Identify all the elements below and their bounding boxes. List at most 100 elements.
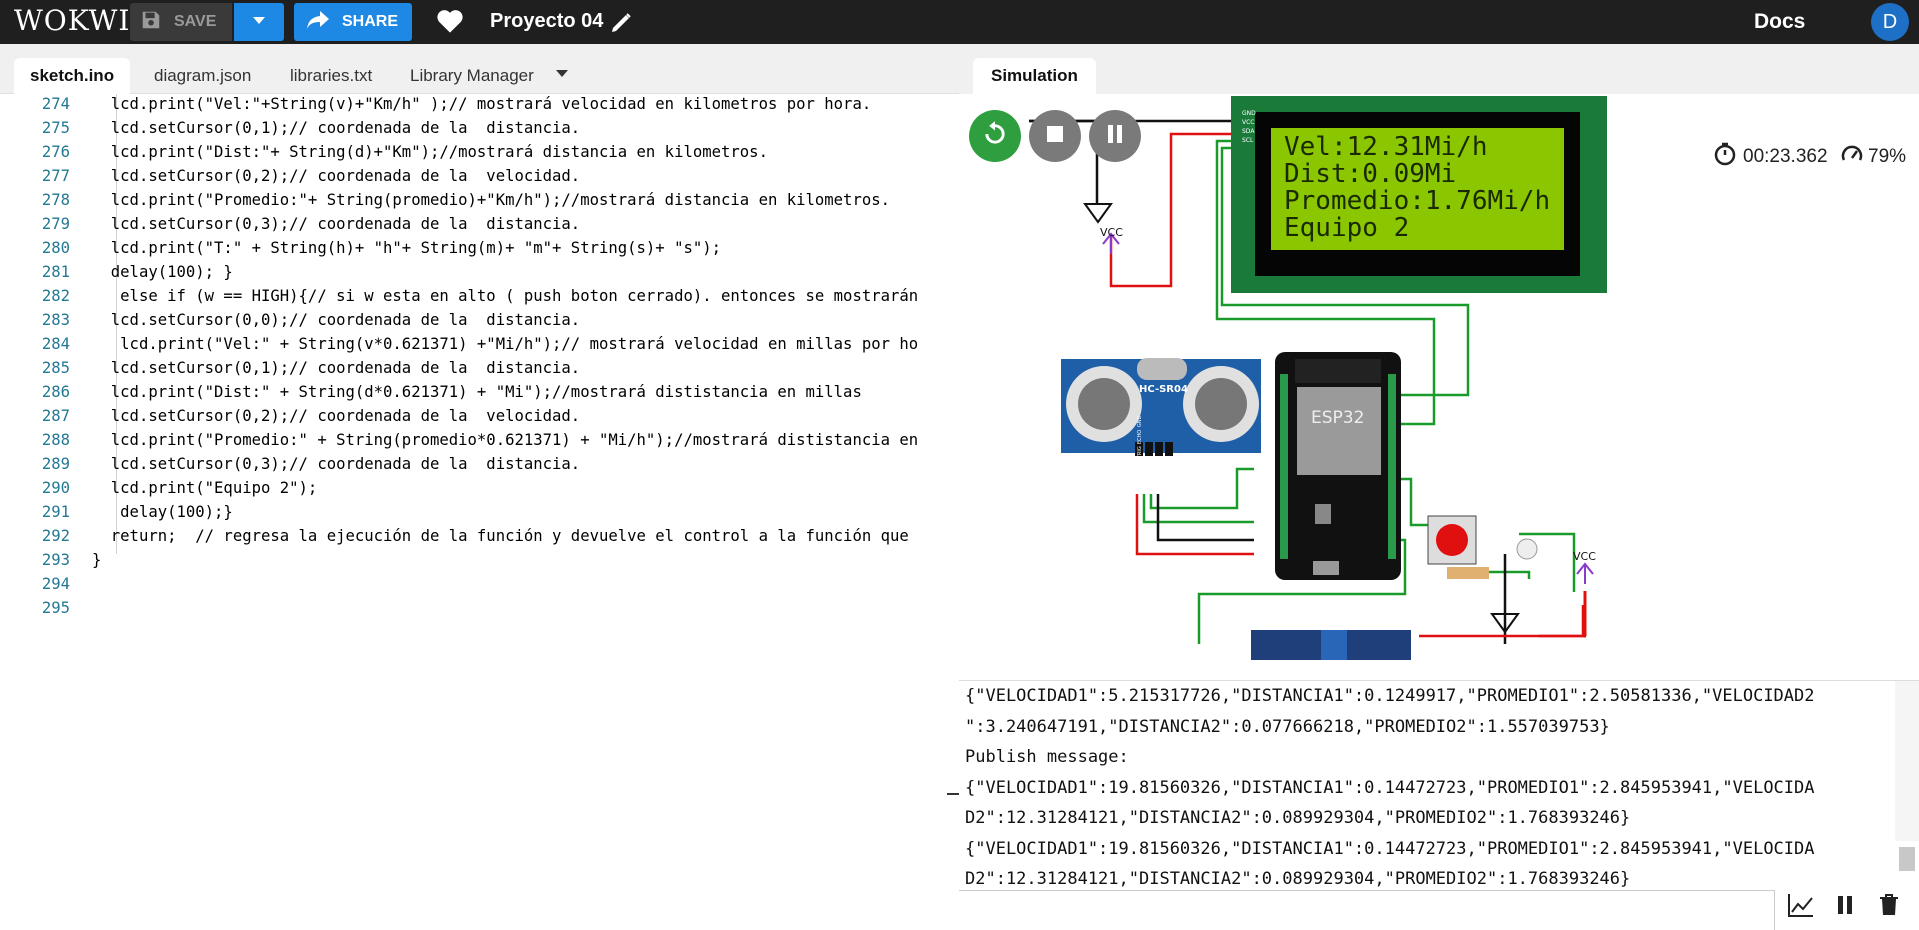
avatar[interactable]: D [1871, 3, 1909, 41]
pane-divider[interactable] [947, 793, 959, 795]
code-line[interactable]: 282 else if (w == HIGH){// si w esta en … [0, 284, 959, 308]
simulation-timer: 00:23.362 [1713, 142, 1828, 172]
serial-input[interactable] [959, 890, 1775, 930]
code-line[interactable]: 277 lcd.setCursor(0,2);// coordenada de … [0, 164, 959, 188]
sensor-pin-labels: VCC TRIG ECHO GND [1137, 416, 1143, 470]
wokwi-logo[interactable]: WOKWI [14, 4, 131, 37]
line-number: 288 [41, 431, 70, 449]
serial-line: D2":12.31284121,"DISTANCIA2":0.089929304… [965, 808, 1631, 828]
share-button[interactable]: SHARE [294, 3, 412, 41]
simulation-pane: Simulation Vel:12.31Mi/h Dist:0.09Mi Pro… [959, 44, 1919, 930]
code-line[interactable]: 286 lcd.print("Dist:" + String(d*0.62137… [0, 380, 959, 404]
line-number: 277 [41, 167, 70, 185]
line-number: 290 [41, 479, 70, 497]
code-line[interactable]: 274 lcd.print("Vel:"+String(v)+"Km/h" );… [0, 94, 959, 116]
code-line[interactable]: 281 delay(100); } [0, 260, 959, 284]
clear-serial-button[interactable] [1869, 889, 1909, 925]
resistor [1447, 567, 1489, 579]
tab-diagram-json[interactable]: diagram.json [138, 58, 267, 94]
line-number: 280 [41, 239, 70, 257]
serial-scrollbar[interactable] [1895, 681, 1919, 871]
lcd-display-text: Vel:12.31Mi/h Dist:0.09Mi Promedio:1.76M… [1284, 134, 1554, 242]
code-line[interactable]: 294 [0, 572, 959, 596]
line-number: 282 [41, 287, 70, 305]
line-number: 285 [41, 359, 70, 377]
code-line[interactable]: 284 lcd.print("Vel:" + String(v*0.621371… [0, 332, 959, 356]
stop-simulation-button[interactable] [1029, 110, 1081, 162]
docs-link[interactable]: Docs [1754, 10, 1805, 34]
project-name[interactable]: Proyecto 04 [490, 10, 603, 33]
lcd-pin-sda: SDA [1242, 128, 1255, 135]
line-number: 284 [41, 335, 70, 353]
serial-monitor: {"VELOCIDAD1":5.215317726,"DISTANCIA1":0… [959, 680, 1919, 930]
restart-simulation-button[interactable] [969, 110, 1021, 162]
code-line[interactable]: 295 [0, 596, 959, 620]
code-text: delay(100); } [92, 263, 233, 281]
code-line[interactable]: 279 lcd.setCursor(0,3);// coordenada de … [0, 212, 959, 236]
line-number: 291 [41, 503, 70, 521]
code-text: lcd.setCursor(0,1);// coordenada de la d… [92, 359, 581, 377]
serial-line: ":3.240647191,"DISTANCIA2":0.077666218,"… [965, 716, 1610, 737]
plotter-button[interactable] [1781, 889, 1821, 925]
tab-libraries-txt[interactable]: libraries.txt [274, 58, 388, 94]
pause-simulation-button[interactable] [1089, 110, 1141, 162]
line-number: 275 [41, 119, 70, 137]
save-button[interactable]: SAVE [130, 3, 232, 41]
pause-serial-button[interactable] [1825, 889, 1865, 925]
code-line[interactable]: 288 lcd.print("Promedio:" + String(prome… [0, 428, 959, 452]
code-line[interactable]: 278 lcd.print("Promedio:"+ String(promed… [0, 188, 959, 212]
stop-icon [1045, 124, 1065, 149]
code-line[interactable]: 280 lcd.print("T:" + String(h)+ "h"+ Str… [0, 236, 959, 260]
simulation-canvas[interactable]: Vel:12.31Mi/h Dist:0.09Mi Promedio:1.76M… [959, 94, 1919, 680]
tab-library-manager[interactable]: Library Manager [394, 58, 550, 94]
ground-symbol [1083, 203, 1113, 224]
code-line[interactable]: 287 lcd.setCursor(0,2);// coordenada de … [0, 404, 959, 428]
code-line[interactable]: 275 lcd.setCursor(0,1);// coordenada de … [0, 116, 959, 140]
code-text: lcd.setCursor(0,0);// coordenada de la d… [92, 311, 581, 329]
tab-sketch-ino[interactable]: sketch.ino [14, 58, 131, 94]
line-number: 274 [41, 95, 70, 113]
code-line[interactable]: 289 lcd.setCursor(0,3);// coordenada de … [0, 452, 959, 476]
vcc-label-left: VCC [1100, 226, 1123, 239]
code-line[interactable]: 292 return; // regresa la ejecución de l… [0, 524, 959, 548]
code-text: lcd.print("Vel:" + String(v*0.621371) +"… [92, 335, 919, 353]
pause-icon [1105, 123, 1125, 150]
heart-icon[interactable] [436, 8, 466, 36]
save-dropdown-button[interactable] [234, 3, 284, 41]
sensor-pin-gnd: GND [1137, 416, 1143, 428]
red-pushbutton [1436, 524, 1468, 556]
pencil-icon[interactable] [609, 11, 633, 40]
lcd-pin-gnd: GND [1242, 110, 1256, 117]
line-number: 294 [41, 575, 70, 593]
lcd-line-4: Equipo 2 [1284, 213, 1410, 243]
tab-simulation[interactable]: Simulation [973, 58, 1096, 94]
sensor-label: HC-SR04 [1139, 384, 1188, 395]
serial-output[interactable]: {"VELOCIDAD1":5.215317726,"DISTANCIA1":0… [965, 681, 1895, 895]
code-line[interactable]: 276 lcd.print("Dist:"+ String(d)+"Km");/… [0, 140, 959, 164]
lcd-line-2: Dist:0.09Mi [1284, 159, 1457, 189]
code-line[interactable]: 283 lcd.setCursor(0,0);// coordenada de … [0, 308, 959, 332]
code-line[interactable]: 290 lcd.print("Equipo 2"); [0, 476, 959, 500]
code-text: lcd.print("Promedio:" + String(promedio*… [92, 431, 919, 449]
floppy-disk-icon [140, 9, 162, 36]
code-text: else if (w == HIGH){// si w esta en alto… [92, 287, 919, 305]
code-line[interactable]: 293} [0, 548, 959, 572]
stopwatch-icon [1713, 142, 1737, 172]
code-line[interactable]: 291 delay(100);} [0, 500, 959, 524]
code-line[interactable]: 285 lcd.setCursor(0,1);// coordenada de … [0, 356, 959, 380]
code-text: lcd.print("T:" + String(h)+ "h"+ String(… [92, 239, 722, 257]
editor-pane: sketch.ino diagram.json libraries.txt Li… [0, 44, 959, 885]
pause-icon [1835, 894, 1855, 921]
led [1516, 538, 1538, 560]
share-label: SHARE [342, 13, 399, 30]
line-number: 278 [41, 191, 70, 209]
timer-value: 00:23.362 [1743, 146, 1828, 167]
scrollbar-thumb[interactable] [1899, 847, 1915, 871]
tabs-menu-arrow-icon[interactable] [556, 70, 568, 77]
code-text: delay(100);} [92, 503, 233, 521]
line-number: 295 [41, 599, 70, 617]
line-number: 279 [41, 215, 70, 233]
line-number: 276 [41, 143, 70, 161]
line-number: 283 [41, 311, 70, 329]
code-editor[interactable]: 274 lcd.print("Vel:"+String(v)+"Km/h" );… [0, 94, 959, 885]
